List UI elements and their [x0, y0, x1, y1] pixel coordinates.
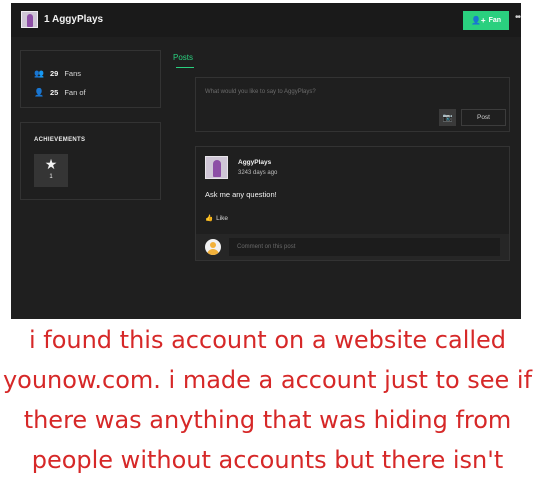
post-button[interactable]: Post [461, 109, 506, 126]
tab-posts-underline [176, 67, 194, 68]
fan-button-label: Fan [488, 17, 502, 24]
achievements-title: ACHIEVEMENTS [34, 137, 86, 143]
add-fan-icon: 👤+ [470, 16, 486, 25]
app-screenshot: 1 AggyPlays 👤+ Fan •• 👥 29 Fans 👤 25 Fan… [11, 3, 521, 319]
comment-area: Comment on this post [196, 234, 509, 260]
fans-stat[interactable]: 👥 29 Fans [34, 69, 81, 78]
achievement-count: 1 [49, 174, 53, 180]
post-timestamp: 3243 days ago [238, 170, 278, 176]
fan-of-count: 25 [50, 88, 59, 97]
post-body: Ask me any question! [205, 190, 277, 199]
profile-avatar[interactable] [21, 11, 38, 28]
post-composer: What would you like to say to AggyPlays?… [195, 77, 510, 132]
fans-count: 29 [50, 69, 59, 78]
profile-username: 1 AggyPlays [44, 14, 104, 25]
top-bar: 1 AggyPlays 👤+ Fan •• [11, 3, 521, 37]
fan-button[interactable]: 👤+ Fan [463, 11, 509, 30]
like-button[interactable]: 👍 Like [205, 214, 229, 223]
fans-icon: 👥 [34, 69, 44, 78]
like-label: Like [216, 214, 229, 222]
commenter-avatar [205, 239, 221, 255]
fan-of-label: Fan of [64, 88, 86, 97]
post-author[interactable]: AggyPlays [238, 159, 271, 166]
camera-button[interactable]: 📷 [439, 109, 456, 126]
tab-posts[interactable]: Posts [173, 53, 193, 62]
composer-input[interactable]: What would you like to say to AggyPlays? [205, 89, 316, 95]
more-icon[interactable]: •• [515, 12, 521, 23]
camera-icon: 📷 [442, 113, 453, 122]
fans-label: Fans [64, 69, 82, 78]
stats-card: 👥 29 Fans 👤 25 Fan of [20, 50, 161, 108]
achievement-badge[interactable]: ★ 1 [34, 154, 68, 187]
comment-input[interactable]: Comment on this post [229, 238, 500, 256]
achievements-card: ACHIEVEMENTS ★ 1 [20, 122, 161, 200]
post-card: AggyPlays 3243 days ago Ask me any quest… [195, 146, 510, 261]
caption-text: i found this account on a website called… [2, 326, 533, 474]
star-icon: ★ [44, 156, 58, 172]
fan-of-icon: 👤 [34, 88, 44, 97]
thumbs-up-icon: 👍 [205, 215, 214, 222]
post-author-avatar[interactable] [205, 156, 228, 179]
fan-of-stat[interactable]: 👤 25 Fan of [34, 88, 86, 97]
